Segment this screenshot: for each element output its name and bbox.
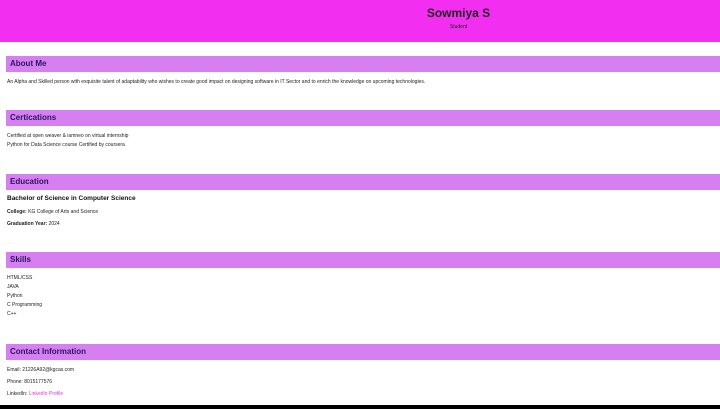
certification-item: Certified at open weaver & iamneo on vir… bbox=[7, 133, 129, 139]
linkedin-profile-link[interactable]: LinkedIn Profile bbox=[29, 391, 63, 397]
email-label: Email: bbox=[7, 367, 21, 373]
skill-item: Python bbox=[7, 293, 23, 299]
email-value: 21226A92@kgcas.com bbox=[22, 367, 75, 373]
profile-role: Student bbox=[449, 24, 468, 30]
skill-item: C++ bbox=[7, 311, 17, 317]
degree-title: Bachelor of Science in Computer Science bbox=[7, 195, 136, 202]
contact-section-header: Contact Information bbox=[6, 344, 720, 360]
skill-item: C Programming bbox=[7, 302, 43, 308]
about-section-header: About Me bbox=[6, 56, 720, 72]
linkedin-label: LinkedIn: bbox=[7, 391, 28, 397]
education-section-header: Education bbox=[6, 174, 720, 190]
profile-header: Sowmiya S Student bbox=[0, 0, 720, 42]
college-label: College: bbox=[7, 209, 27, 215]
phone-label: Phone: bbox=[7, 379, 23, 385]
certifications-section-header: Certications bbox=[6, 110, 720, 126]
skills-section-header: Skills bbox=[6, 252, 720, 268]
graduation-label: Graduation Year: bbox=[7, 221, 48, 227]
about-text: An Alpha and Skilled person with exquisi… bbox=[7, 79, 426, 85]
college-value: KG College of Arts and Science bbox=[28, 209, 99, 215]
graduation-line: Graduation Year: 2024 bbox=[7, 221, 60, 227]
skill-item: HTML/CSS bbox=[7, 275, 33, 281]
phone-value: 8015177576 bbox=[24, 379, 53, 385]
linkedin-line: LinkedIn: LinkedIn Profile bbox=[7, 391, 63, 397]
page-bottom-bar bbox=[0, 405, 720, 409]
graduation-value: 2024 bbox=[48, 221, 60, 227]
profile-name: Sowmiya S bbox=[426, 6, 491, 20]
college-line: College: KG College of Arts and Science bbox=[7, 209, 98, 215]
certification-item: Python for Data Science course Certified… bbox=[7, 142, 125, 148]
skill-item: JAVA bbox=[7, 284, 19, 290]
phone-line: Phone: 8015177576 bbox=[7, 379, 52, 385]
email-line: Email: 21226A92@kgcas.com bbox=[7, 367, 74, 373]
